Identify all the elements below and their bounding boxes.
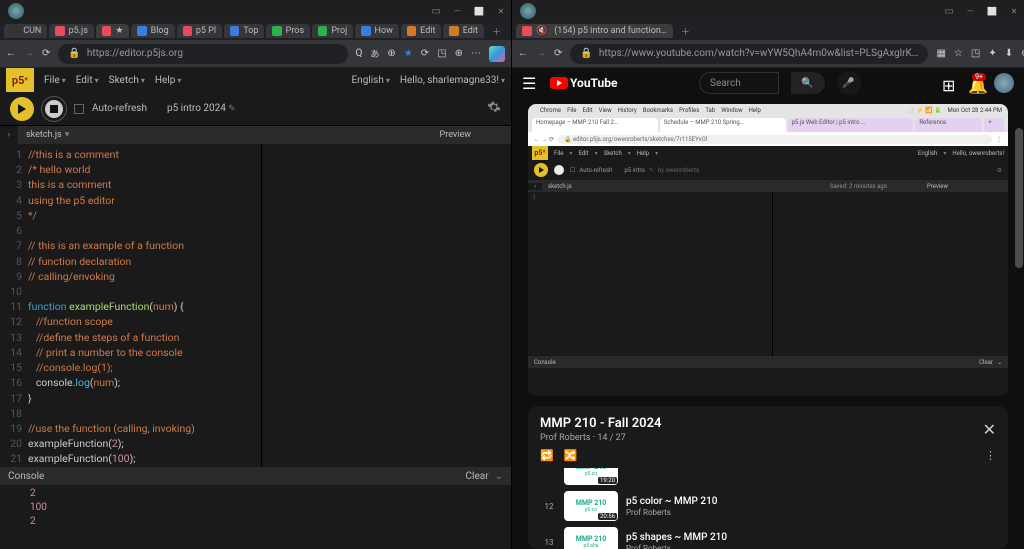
translate-icon[interactable]: あ bbox=[370, 47, 379, 60]
create-icon[interactable]: ⊞ bbox=[942, 76, 956, 90]
youtube-logo[interactable]: YouTube bbox=[550, 76, 618, 90]
playlist-item[interactable]: 12 MMP 210p5 co20:56 p5 color ~ MMP 210P… bbox=[540, 488, 996, 524]
voice-search-button[interactable]: 🎤 bbox=[837, 71, 861, 95]
sketch-name[interactable]: p5 intro 2024 bbox=[167, 103, 236, 114]
refresh-icon[interactable]: ⟳ bbox=[554, 48, 562, 59]
maximize-icon[interactable]: ⬜ bbox=[473, 5, 485, 17]
maximize-icon[interactable]: ⬜ bbox=[986, 5, 998, 17]
stop-button[interactable] bbox=[42, 97, 66, 121]
scrollbar[interactable] bbox=[1014, 98, 1024, 549]
play-button[interactable] bbox=[10, 97, 34, 121]
browser-tab[interactable]: Top bbox=[224, 24, 264, 38]
browser-tabstrip: 🔇(154) p5 intro and function… ＋ bbox=[512, 22, 1024, 40]
search-button[interactable]: 🔍 bbox=[791, 72, 825, 94]
favorite-icon[interactable]: ☆ bbox=[954, 48, 963, 59]
console-toggle-icon[interactable]: ⌄ bbox=[495, 471, 503, 482]
menu-edit[interactable]: Edit bbox=[76, 75, 99, 86]
nested-play-icon bbox=[534, 163, 548, 177]
menu-help[interactable]: Help bbox=[155, 75, 181, 86]
close-icon[interactable]: ✕ bbox=[1008, 5, 1020, 17]
language-select[interactable]: English bbox=[351, 75, 389, 86]
profile-avatar[interactable] bbox=[520, 3, 536, 19]
forward-icon[interactable]: → bbox=[24, 48, 34, 59]
nested-macos-menubar: ChromeFileEditViewHistoryBookmarksProfil… bbox=[528, 104, 1008, 116]
nested-address-bar: ← → ⟳🔒 editor.p5js.org/owenroberts/sketc… bbox=[528, 132, 1008, 146]
playlist-item[interactable]: 13 MMP 210p5 sha30:24 p5 shapes ~ MMP 21… bbox=[540, 524, 996, 549]
more-icon[interactable]: ⋮ bbox=[985, 449, 996, 462]
auto-refresh-label: Auto-refresh bbox=[92, 103, 147, 114]
zoom-icon[interactable]: ⊕ bbox=[387, 48, 395, 59]
file-tab[interactable]: sketch.js▾ bbox=[18, 126, 77, 144]
back-icon[interactable]: ← bbox=[518, 48, 528, 59]
collections-icon[interactable]: ⊕ bbox=[455, 48, 463, 59]
video-player[interactable]: ChromeFileEditViewHistoryBookmarksProfil… bbox=[528, 104, 1008, 396]
auto-refresh-checkbox[interactable] bbox=[74, 104, 84, 114]
browser-tab[interactable]: Blog bbox=[131, 24, 174, 38]
playlist-panel: MMP 210 - Fall 2024 Prof Roberts · 14 / … bbox=[528, 406, 1008, 549]
account-avatar[interactable] bbox=[994, 73, 1014, 93]
browser-tab[interactable]: p5.js bbox=[49, 24, 94, 38]
browser-tabstrip: CUN p5.js ★ Blog p5 Pl Top Pros Proj How… bbox=[0, 22, 511, 40]
tab-overview-icon[interactable]: ▭ bbox=[945, 6, 954, 17]
hamburger-icon[interactable]: ☰ bbox=[522, 74, 538, 93]
profile-avatar[interactable] bbox=[8, 3, 24, 19]
preview-label: Preview bbox=[440, 130, 511, 140]
tab-overview-icon[interactable]: ▭ bbox=[432, 6, 441, 17]
browser-tab[interactable]: ★ bbox=[96, 24, 130, 38]
settings-icon[interactable] bbox=[487, 100, 501, 117]
shuffle-icon[interactable]: 🔀 bbox=[564, 449, 578, 462]
playlist-title: MMP 210 - Fall 2024 bbox=[540, 416, 661, 431]
new-tab-button[interactable]: ＋ bbox=[675, 25, 696, 38]
extension-icon[interactable]: ◳ bbox=[971, 48, 980, 59]
close-playlist-icon[interactable]: ✕ bbox=[983, 420, 996, 439]
notifications-icon[interactable]: 🔔9+ bbox=[968, 76, 982, 90]
forward-icon[interactable]: → bbox=[536, 48, 546, 59]
account-menu[interactable]: Hello, sharlemagne33! bbox=[400, 75, 505, 86]
minimize-icon[interactable]: — bbox=[451, 5, 463, 17]
code-editor[interactable]: 1//this is a comment 2/* hello world 3th… bbox=[0, 144, 261, 467]
search-input[interactable]: Search bbox=[699, 72, 779, 94]
browser-tab[interactable]: 🔇(154) p5 intro and function… bbox=[516, 24, 673, 38]
copilot-icon[interactable] bbox=[489, 46, 505, 62]
browser-tab[interactable]: Proj bbox=[312, 24, 353, 38]
nested-browser-tabs: Homepage – MMP 210 Fall 2… Schedule – MM… bbox=[528, 116, 1008, 132]
preview-pane bbox=[261, 144, 511, 467]
address-bar[interactable]: 🔒https://www.youtube.com/watch?v=wYW5QhA… bbox=[570, 44, 928, 64]
url-text: https://www.youtube.com/watch?v=wYW5QhA4… bbox=[599, 48, 919, 59]
loop-icon[interactable]: 🔁 bbox=[540, 449, 554, 462]
address-bar[interactable]: 🔒https://editor.p5js.org bbox=[58, 44, 347, 64]
download-icon[interactable]: ⬇ bbox=[1005, 48, 1013, 59]
close-icon[interactable]: ✕ bbox=[495, 5, 507, 17]
p5-logo[interactable]: p5* bbox=[6, 68, 34, 92]
menu-file[interactable]: File bbox=[44, 75, 66, 86]
minimize-icon[interactable]: — bbox=[964, 5, 976, 17]
extensions-icon[interactable]: ✦ bbox=[988, 48, 996, 59]
new-tab-button[interactable]: ＋ bbox=[486, 25, 507, 38]
nested-stop-icon bbox=[552, 163, 566, 177]
browser-tab[interactable]: Edit bbox=[443, 24, 484, 38]
extension-icon[interactable]: ▦ bbox=[936, 48, 945, 59]
playlist-item[interactable]: MMP 210p5 co19:20 bbox=[540, 468, 996, 488]
back-icon[interactable]: ← bbox=[6, 48, 16, 59]
refresh-icon[interactable]: ⟳ bbox=[42, 48, 50, 59]
browser-tab[interactable]: p5 Pl bbox=[177, 24, 222, 38]
browser-tab[interactable]: Edit bbox=[401, 24, 442, 38]
sidebar-toggle[interactable]: › bbox=[0, 126, 18, 144]
browser-tab[interactable]: How bbox=[355, 24, 399, 38]
menu-icon[interactable]: ⋯ bbox=[471, 48, 481, 59]
extensions-icon[interactable]: ⟳ bbox=[421, 48, 429, 59]
url-text: https://editor.p5js.org bbox=[87, 48, 183, 59]
clear-console-button[interactable]: Clear bbox=[466, 471, 489, 482]
menu-sketch[interactable]: Sketch bbox=[109, 75, 145, 86]
console-output: 2 100 2 bbox=[0, 485, 511, 531]
playlist-subtitle: Prof Roberts · 14 / 27 bbox=[540, 433, 661, 443]
search-icon[interactable]: Q bbox=[356, 48, 363, 59]
browser-tab[interactable]: CUN bbox=[4, 24, 47, 38]
console-label: Console bbox=[8, 471, 44, 482]
browser-tab[interactable]: Pros bbox=[266, 24, 310, 38]
nested-gear-icon: ⚙ bbox=[997, 167, 1002, 174]
favorite-icon[interactable]: ★ bbox=[404, 48, 413, 59]
extension-icon[interactable]: ◳ bbox=[437, 48, 446, 59]
